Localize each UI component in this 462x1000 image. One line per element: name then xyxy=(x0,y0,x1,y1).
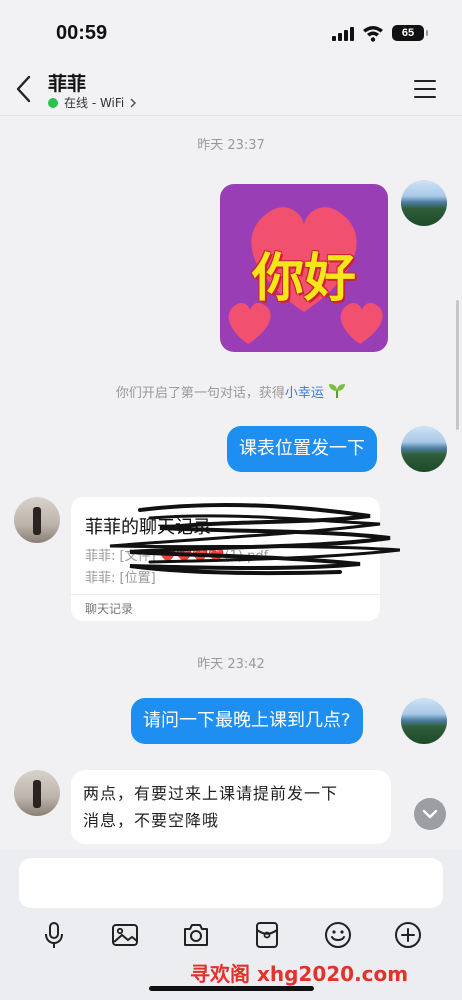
sticker-text: 你好 xyxy=(251,249,356,309)
message-line: 消息，不要空降哦 xyxy=(83,811,220,830)
contact-name[interactable]: 菲菲 xyxy=(48,69,86,96)
status-bar: 00:59 65 xyxy=(0,0,462,62)
chat-header: 菲菲 在线 - WiFi xyxy=(0,62,462,116)
avatar[interactable] xyxy=(401,180,447,226)
card-title: 菲菲的聊天记录 xyxy=(85,517,211,538)
message-line: 两点，有要过来上课请提前发一下 xyxy=(83,784,339,803)
outgoing-message[interactable]: 请问一下最晚上课到几点? xyxy=(131,698,363,744)
system-notice: 你们开启了第一句对话，获得小幸运 xyxy=(0,382,462,401)
outgoing-message[interactable]: 课表位置发一下 xyxy=(227,426,377,472)
sprout-icon xyxy=(329,384,346,398)
composer: 寻欢阁 xhg2020.com xyxy=(0,850,462,1000)
divider xyxy=(71,594,380,595)
camera-icon[interactable] xyxy=(181,920,211,950)
home-indicator xyxy=(149,986,314,991)
red-packet-icon[interactable] xyxy=(252,920,282,950)
avatar[interactable] xyxy=(14,497,60,543)
avatar[interactable] xyxy=(401,698,447,744)
timestamp: 昨天 23:37 xyxy=(197,138,265,153)
wifi-icon xyxy=(363,26,383,42)
menu-button[interactable] xyxy=(414,80,436,98)
battery-icon: 65 xyxy=(392,25,428,41)
scroll-to-bottom-button[interactable] xyxy=(414,798,446,830)
message-list[interactable]: 昨天 23:37 你好 你们开启了第一句对话，获得小幸运 课表位置发一下 菲菲的… xyxy=(0,116,462,850)
image-icon[interactable] xyxy=(110,920,140,950)
forwarded-chat-card[interactable]: 菲菲的聊天记录 菲菲: [文件] ❤️❤️❤️❤️(1).pdf 菲菲: [位置… xyxy=(71,497,380,621)
scrollbar[interactable] xyxy=(456,300,459,430)
presence-status[interactable]: 在线 - WiFi xyxy=(48,94,138,111)
plus-icon[interactable] xyxy=(393,920,423,950)
lucky-link[interactable]: 小幸运 xyxy=(285,386,324,401)
presence-label: 在线 - WiFi xyxy=(64,96,125,110)
back-icon[interactable] xyxy=(12,74,36,104)
online-dot-icon xyxy=(48,97,58,108)
card-preview-line: 菲菲: [位置] xyxy=(85,571,156,586)
emoji-icon[interactable] xyxy=(323,920,353,950)
sticker-message[interactable]: 你好 xyxy=(220,184,388,352)
message-input[interactable] xyxy=(19,858,443,908)
watermark: 寻欢阁 xhg2020.com xyxy=(190,962,409,986)
avatar[interactable] xyxy=(401,426,447,472)
avatar[interactable] xyxy=(14,770,60,816)
incoming-message[interactable]: 两点，有要过来上课请提前发一下 消息，不要空降哦 xyxy=(71,770,391,844)
timestamp: 昨天 23:42 xyxy=(197,657,265,672)
card-preview-line: 菲菲: [文件] ❤️❤️❤️❤️(1).pdf xyxy=(85,549,269,564)
status-time: 00:59 xyxy=(56,22,108,44)
cellular-signal-icon xyxy=(332,27,354,41)
card-footer: 聊天记录 xyxy=(85,602,134,616)
chevron-right-icon xyxy=(130,97,137,108)
microphone-icon[interactable] xyxy=(39,920,69,950)
